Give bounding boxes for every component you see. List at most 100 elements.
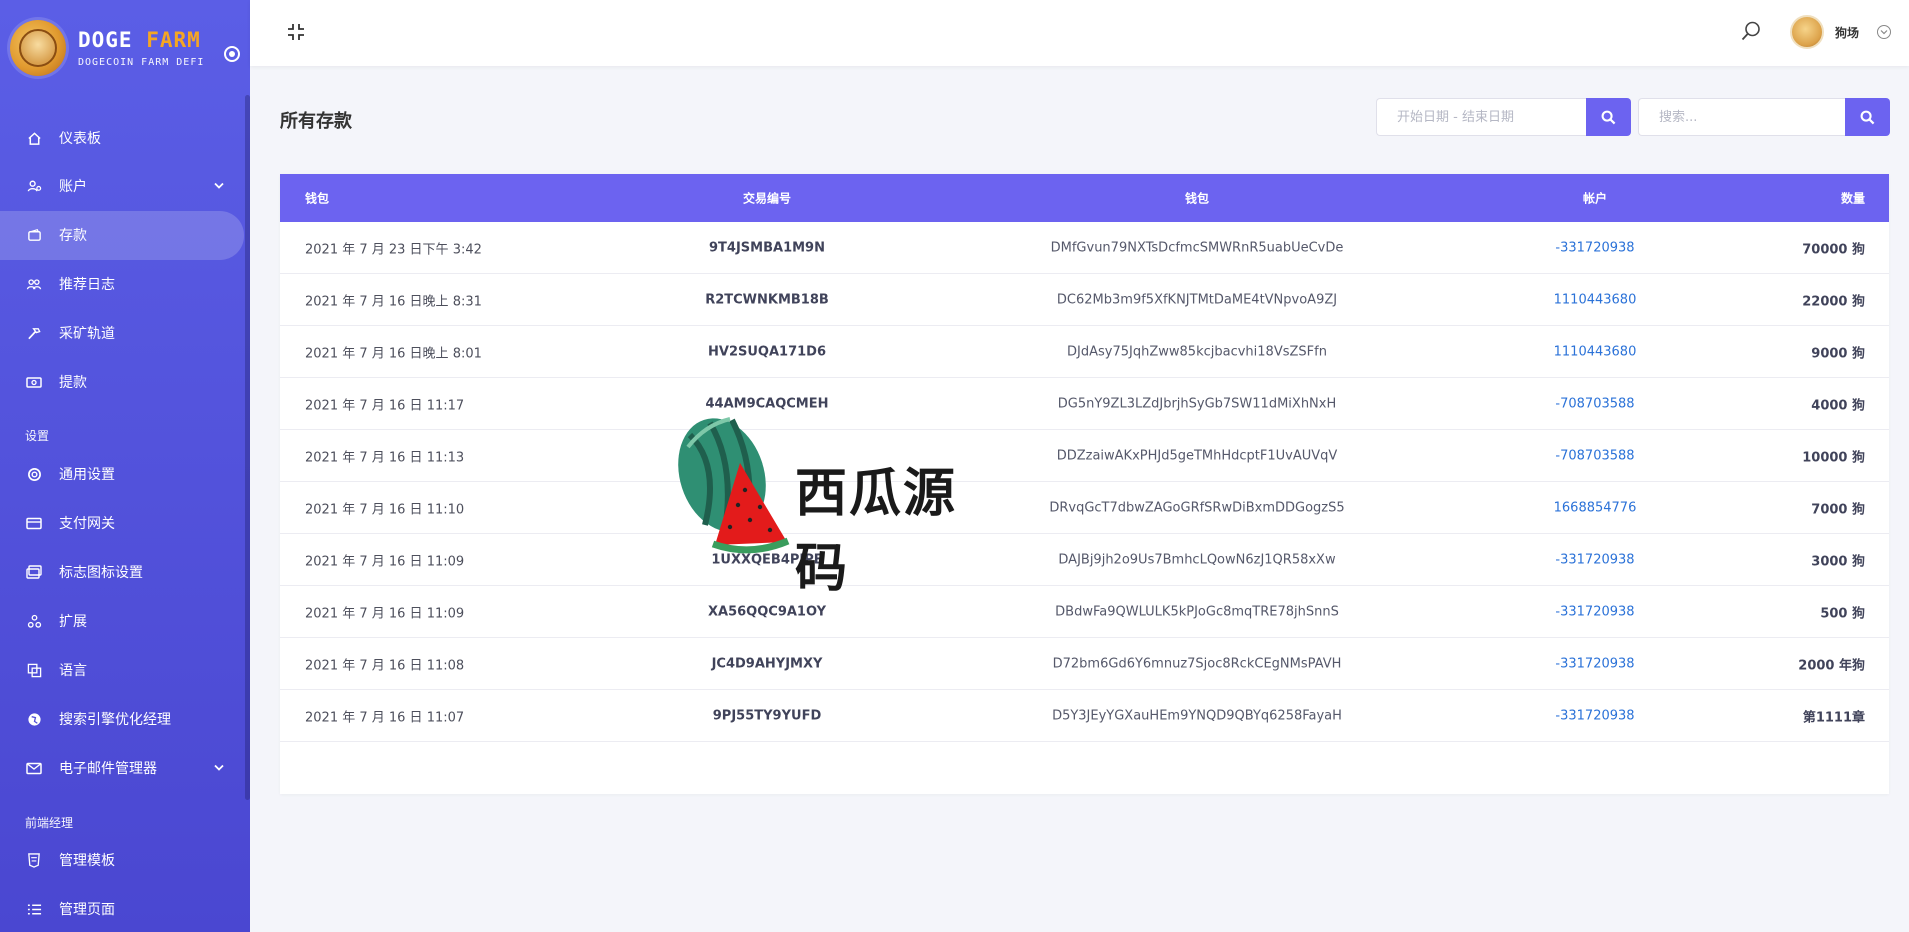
table-row: 2021 年 7 月 16 日 11:10 DRvqGcT7dbwZAGoGRfS… <box>280 482 1889 534</box>
search-input[interactable] <box>1638 98 1845 136</box>
nav-section-frontend: 前端经理 <box>25 816 74 830</box>
cell-transaction-id: JC4D9AHYJMXY <box>711 656 823 671</box>
table-row: 2021 年 7 月 16 日 11:17 44AM9CAQCMEH DG5nY9Z… <box>280 378 1889 430</box>
globe-icon <box>26 711 42 727</box>
users-gear-icon <box>26 178 42 194</box>
date-range-search <box>1376 98 1631 136</box>
table-row: 2021 年 7 月 16 日 11:08 JC4D9AHYJMXY D72bm6G… <box>280 638 1889 690</box>
cell-account-link[interactable]: -331720938 <box>1555 708 1634 723</box>
sidebar-item-general-settings[interactable]: 通用设置 <box>0 450 115 499</box>
cell-quantity: 第1111章 <box>1802 710 1865 725</box>
sidebar-item-logo-icon-settings[interactable]: 标志图标设置 <box>0 548 143 597</box>
sidebar-item-accounts[interactable]: 账户 <box>0 162 250 211</box>
keyword-search-button[interactable] <box>1845 98 1890 136</box>
sidebar-item-dashboard[interactable]: 仪表板 <box>0 114 101 163</box>
life-ring-icon <box>26 466 42 482</box>
cell-account-link[interactable]: -331720938 <box>1555 552 1634 567</box>
sidebar-item-referral-log[interactable]: 推荐日志 <box>0 260 115 309</box>
sidebar-item-deposits[interactable]: 存款 <box>0 211 244 260</box>
images-icon <box>26 564 42 580</box>
sidebar-item-manage-pages[interactable]: 管理页面 <box>0 885 115 932</box>
home-icon <box>26 130 42 146</box>
user-name[interactable]: 狗场 <box>1835 24 1859 41</box>
chevron-down-icon[interactable] <box>1877 25 1891 39</box>
col-header-transaction-id[interactable]: 交易编号 <box>743 190 791 207</box>
hammer-icon <box>26 325 42 341</box>
sidebar-item-language[interactable]: 语言 <box>0 646 87 695</box>
table-header: 钱包 交易编号 钱包 帐户 数量 <box>280 174 1889 222</box>
cell-account-link[interactable]: 1110443680 <box>1554 344 1637 359</box>
cell-transaction-id: XA56QQC9A1OY <box>708 604 826 619</box>
cell-account-link[interactable]: 1110443680 <box>1554 292 1637 307</box>
credit-card-icon <box>26 515 42 531</box>
envelope-icon <box>26 760 42 776</box>
sidebar-item-extensions[interactable]: 扩展 <box>0 597 87 646</box>
cell-quantity: 3000 狗 <box>1811 554 1865 569</box>
language-icon <box>26 662 42 678</box>
table-row: 2021 年 7 月 16 日 11:07 9PJ55TY9YUFD D5Y3JEy… <box>280 690 1889 742</box>
keyword-search <box>1638 98 1890 136</box>
sidebar-pin-icon[interactable] <box>224 46 240 62</box>
topbar: 狗场 <box>250 0 1909 66</box>
sidebar-item-seo-manager[interactable]: 搜索引擎优化经理 <box>0 695 171 744</box>
cell-date: 2021 年 7 月 16 日 11:09 <box>305 554 465 569</box>
table-row: 2021 年 7 月 16 日 11:09 1UXXQEB4PJPE DAJBj9j… <box>280 534 1889 586</box>
brand[interactable]: DOGE FARM DOGECOIN FARM DEFI <box>0 0 250 95</box>
cell-quantity: 4000 狗 <box>1811 398 1865 413</box>
sidebar-item-mining-track[interactable]: 采矿轨道 <box>0 309 115 358</box>
table-body: 2021 年 7 月 23 日下午 3:42 9T4JSMBA1M9N DMfGvu… <box>280 222 1889 742</box>
date-range-input[interactable] <box>1376 98 1586 136</box>
date-search-button[interactable] <box>1586 98 1631 136</box>
money-icon <box>26 374 42 390</box>
watermark: 西瓜源码 <box>660 405 1000 599</box>
cell-account-link[interactable]: 1668854776 <box>1554 500 1637 515</box>
cell-account-link[interactable]: -331720938 <box>1555 604 1634 619</box>
cell-account-link[interactable]: -331720938 <box>1555 656 1634 671</box>
cell-account-link[interactable]: -331720938 <box>1555 240 1634 255</box>
avatar[interactable] <box>1790 15 1824 49</box>
list-icon <box>26 901 42 917</box>
search-icon <box>1860 110 1875 124</box>
col-header-wallet-date[interactable]: 钱包 <box>305 190 329 207</box>
cell-date: 2021 年 7 月 16 日 11:07 <box>305 710 465 725</box>
cell-quantity: 9000 狗 <box>1811 346 1865 361</box>
table-row: 2021 年 7 月 16 日 11:09 XA56QQC9A1OY DBdwFa9… <box>280 586 1889 638</box>
col-header-quantity[interactable]: 数量 <box>1841 190 1865 207</box>
table-row: 2021 年 7 月 23 日下午 3:42 9T4JSMBA1M9N DMfGvu… <box>280 222 1889 274</box>
brand-title: DOGE FARM <box>78 28 201 52</box>
cell-date: 2021 年 7 月 16 日 11:10 <box>305 502 465 517</box>
cell-quantity: 500 狗 <box>1820 606 1865 621</box>
compress-icon[interactable] <box>286 22 306 42</box>
cell-date: 2021 年 7 月 16 日晚上 8:31 <box>305 294 482 309</box>
cell-wallet: DMfGvun79NXTsDcfmcSMWRnR5uabUeCvDe <box>1050 240 1344 255</box>
search-icon <box>1601 110 1616 124</box>
html-icon <box>26 852 42 868</box>
cell-account-link[interactable]: -708703588 <box>1555 448 1634 463</box>
sidebar-item-payment-gateway[interactable]: 支付网关 <box>0 499 115 548</box>
cell-date: 2021 年 7 月 16 日 11:08 <box>305 658 465 673</box>
cell-wallet: DC62Mb3m9f5XfKNJTMtDaME4tVNpvoA9ZJ <box>1056 292 1338 307</box>
cell-wallet: DJdAsy75JqhZww85kcjbacvhi18VsZSFfn <box>1067 344 1327 359</box>
cell-wallet: D5Y3JEyYGXauHEm9YNQD9QBYq6258FayaH <box>1052 708 1342 723</box>
sidebar-item-email-manager[interactable]: 电子邮件管理器 <box>0 744 250 793</box>
table-row: 2021 年 7 月 16 日晚上 8:01 HV2SUQA171D6 DJdAsy… <box>280 326 1889 378</box>
table-row: 2021 年 7 月 16 日 11:13 DDZzaiwAKxPHJd5geTM… <box>280 430 1889 482</box>
cell-account-link[interactable]: -708703588 <box>1555 396 1634 411</box>
cell-wallet: DG5nY9ZL3LZdJbrjhSyGb7SW11dMiXhNxH <box>1057 396 1337 411</box>
cell-transaction-id: R2TCWNKMB18B <box>705 292 829 307</box>
search-icon[interactable] <box>1740 20 1762 42</box>
col-header-wallet[interactable]: 钱包 <box>1185 190 1209 207</box>
sidebar-item-withdrawals[interactable]: 提款 <box>0 358 87 407</box>
wallet-icon <box>26 227 42 243</box>
cell-wallet: DRvqGcT7dbwZAGoGRfSRwDiBxmDDGogzS5 <box>1049 500 1345 515</box>
cell-date: 2021 年 7 月 16 日 11:13 <box>305 450 465 465</box>
cell-quantity: 7000 狗 <box>1811 502 1865 517</box>
sidebar-item-manage-templates[interactable]: 管理模板 <box>0 836 115 885</box>
cell-wallet: DBdwFa9QWLULK5kPJoGc8mqTRE78jhSnnS <box>1055 604 1339 619</box>
chevron-down-icon <box>214 180 224 193</box>
people-icon <box>26 276 42 292</box>
sidebar: DOGE FARM DOGECOIN FARM DEFI 仪表板 账户 存款 推… <box>0 0 250 932</box>
cell-wallet: D72bm6Gd6Y6mnuz7Sjoc8RckCEgNMsPAVH <box>1052 656 1342 671</box>
cell-quantity: 70000 狗 <box>1802 242 1865 257</box>
col-header-account[interactable]: 帐户 <box>1583 190 1607 207</box>
